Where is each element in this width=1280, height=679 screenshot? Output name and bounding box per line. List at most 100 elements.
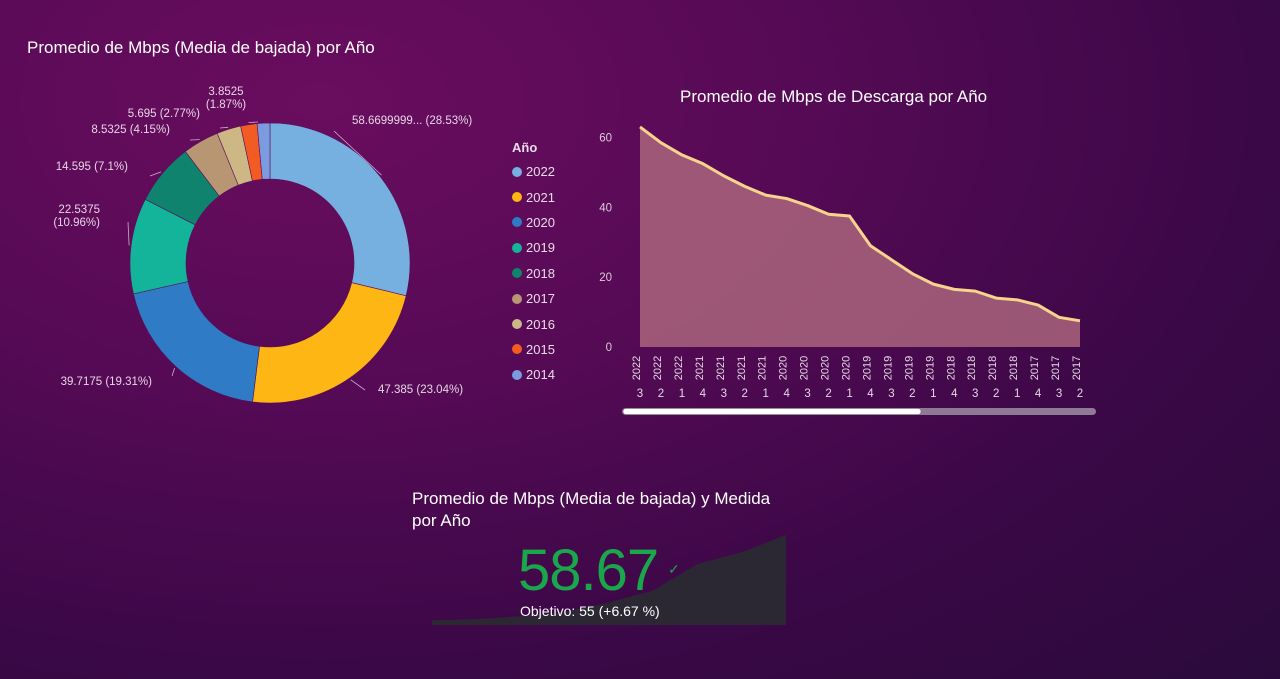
legend-item-2017[interactable]: 2017: [512, 286, 555, 311]
donut-data-label: 22.5375: [58, 204, 100, 216]
x-tick-quarter: 3: [721, 388, 727, 400]
legend-dot: [512, 369, 522, 380]
x-tick-year: 2021: [757, 356, 769, 380]
donut-data-label: 5.695 (2.77%): [128, 108, 200, 120]
donut-leader-line: [350, 379, 366, 391]
x-tick-quarter: 1: [846, 388, 852, 400]
donut-data-label: 39.7175 (19.31%): [61, 376, 153, 388]
legend-item-2015[interactable]: 2015: [512, 337, 555, 362]
x-tick-year: 2020: [799, 356, 811, 380]
legend-dot: [512, 192, 522, 203]
kpi-value: 58.67: [518, 538, 659, 603]
legend-dot: [512, 268, 522, 279]
check-icon: ✓: [668, 561, 680, 577]
donut-data-label: 8.5325 (4.15%): [91, 124, 170, 136]
legend-dot: [512, 293, 522, 304]
x-tick-year: 2019: [903, 356, 915, 380]
donut-legend: Año 2022 2021 2020 2019 2018 2017 2016 2015 2014: [512, 140, 555, 388]
horizontal-scrollbar-thumb[interactable]: [622, 408, 922, 415]
x-tick-year: 2017: [1029, 356, 1041, 380]
legend-label: 2020: [526, 214, 555, 230]
x-tick-quarter: 4: [1035, 388, 1042, 400]
legend-dot: [512, 319, 522, 330]
legend-dot: [512, 242, 522, 253]
donut-data-label: 14.595 (7.1%): [56, 161, 128, 173]
x-tick-year: 2022: [631, 356, 643, 380]
x-tick-quarter: 1: [930, 388, 936, 400]
x-tick-year: 2020: [841, 356, 853, 380]
x-tick-year: 2019: [861, 356, 873, 380]
x-tick-quarter: 2: [658, 388, 664, 400]
legend-label: 2014: [526, 367, 555, 383]
kpi-goal: Objetivo: 55 (+6.67 %): [520, 603, 660, 619]
kpi-title: Promedio de Mbps (Media de bajada) y Med…: [412, 489, 771, 530]
legend-dot: [512, 217, 522, 228]
x-tick-quarter: 4: [867, 388, 874, 400]
x-tick-year: 2022: [652, 356, 664, 380]
x-tick-year: 2018: [966, 356, 978, 380]
legend-item-2021[interactable]: 2021: [512, 184, 555, 209]
x-tick-quarter: 2: [742, 388, 748, 400]
x-tick-quarter: 3: [972, 388, 978, 400]
x-tick-quarter: 4: [783, 388, 790, 400]
donut-leader-line: [127, 221, 130, 246]
legend-label: 2021: [526, 189, 555, 205]
x-tick-year: 2020: [820, 356, 832, 380]
legend-item-2018[interactable]: 2018: [512, 261, 555, 286]
legend-label: 2018: [526, 265, 555, 281]
area-chart: 0 20 40 60 2022 3 2022 2 2022 1 2021 4 2021 3 2021 2 202…: [599, 125, 1096, 415]
x-tick-year: 2019: [924, 356, 936, 380]
legend-label: 2022: [526, 164, 555, 180]
x-tick-year: 2021: [715, 356, 727, 380]
x-tick-year: 2021: [736, 356, 748, 380]
donut-leader-line: [248, 121, 259, 124]
legend-item-2020[interactable]: 2020: [512, 210, 555, 235]
donut-data-label: 58.6699999... (28.53%): [352, 115, 472, 127]
donut-data-label: 47.385 (23.04%): [378, 384, 463, 396]
x-tick-quarter: 2: [825, 388, 831, 400]
legend-label: 2015: [526, 341, 555, 357]
donut-chart: 58.6699999... (28.53%) 47.385 (23.04%) 39.…: [53, 86, 472, 404]
x-tick-year: 2018: [987, 356, 999, 380]
legend-title: Año: [512, 140, 538, 155]
legend-item-2014[interactable]: 2014: [512, 362, 555, 387]
donut-leader-line: [149, 171, 162, 177]
x-tick-year: 2021: [694, 356, 706, 380]
x-tick-quarter: 1: [763, 388, 769, 400]
legend-item-2019[interactable]: 2019: [512, 235, 555, 260]
x-tick-quarter: 3: [637, 388, 643, 400]
donut-data-label: (1.87%): [206, 99, 246, 111]
area-fill: [640, 126, 1080, 347]
legend-dot: [512, 166, 522, 177]
donut-leader-line: [171, 368, 175, 377]
legend-label: 2017: [526, 291, 555, 307]
donut-slice-2022[interactable]: [269, 122, 411, 297]
x-tick-year: 2017: [1050, 356, 1062, 380]
x-tick-quarter: 2: [909, 388, 915, 400]
legend-item-2016[interactable]: 2016: [512, 311, 555, 336]
x-tick-year: 2019: [882, 356, 894, 380]
x-tick-quarter: 4: [951, 388, 958, 400]
legend-label: 2019: [526, 240, 555, 256]
x-tick-quarter: 1: [679, 388, 685, 400]
donut-leader-line: [219, 126, 229, 129]
x-tick-quarter: 2: [1077, 388, 1083, 400]
x-tick-year: 2018: [1008, 356, 1020, 380]
area-title: Promedio de Mbps de Descarga por Año: [680, 87, 988, 106]
legend-label: 2016: [526, 316, 555, 332]
x-tick-year: 2022: [673, 356, 685, 380]
x-tick-year: 2018: [945, 356, 957, 380]
donut-slice-2020[interactable]: [133, 281, 260, 403]
donut-data-label: 3.8525: [208, 86, 243, 98]
y-tick-label: 40: [599, 202, 612, 214]
legend-item-2022[interactable]: 2022: [512, 159, 555, 184]
y-tick-label: 20: [599, 272, 612, 284]
x-tick-quarter: 2: [993, 388, 999, 400]
x-tick-quarter: 1: [1014, 388, 1020, 400]
donut-data-label: (10.96%): [53, 217, 100, 229]
x-tick-year: 2020: [778, 356, 790, 380]
x-tick-year: 2017: [1071, 356, 1083, 380]
x-tick-quarter: 3: [1056, 388, 1062, 400]
y-tick-label: 0: [606, 342, 612, 354]
y-tick-label: 60: [599, 132, 612, 144]
